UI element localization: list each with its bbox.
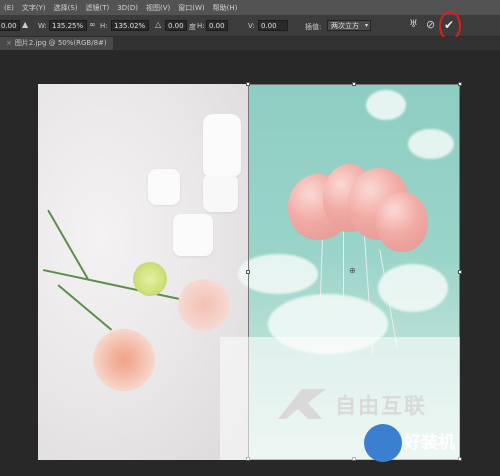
close-icon[interactable]: × xyxy=(6,39,12,47)
white-vase xyxy=(203,114,241,176)
x-logo-icon xyxy=(278,389,326,419)
menu-help[interactable]: 帮助(H) xyxy=(213,3,238,13)
height-field[interactable]: 135.02% xyxy=(111,20,149,31)
width-field[interactable]: 135.25% xyxy=(49,20,87,31)
document-tab[interactable]: × 图片2.jpg @ 50%(RGB/8#) xyxy=(0,37,113,50)
menu-select[interactable]: 选择(S) xyxy=(54,3,78,13)
interpolation-select[interactable]: 两次立方 ▾ xyxy=(327,20,371,31)
transform-options-bar: 0.00 ▲ W: 135.25% ∞ H: 135.02% △ 0.00 度 … xyxy=(0,15,500,37)
document-tab-bar: × 图片2.jpg @ 50%(RGB/8#) xyxy=(0,37,500,50)
transform-handle[interactable] xyxy=(246,82,250,86)
hskew-field[interactable]: 0.00 xyxy=(206,20,228,31)
menu-edit[interactable]: (E) xyxy=(4,4,14,12)
vskew-label: V: xyxy=(248,22,255,30)
angle-field[interactable]: 0.00 xyxy=(165,20,187,31)
transform-handle[interactable] xyxy=(458,270,462,274)
warp-icon[interactable]: ♅ xyxy=(409,19,418,30)
watermark-logo-text: 好装机 xyxy=(404,433,455,453)
menu-filter[interactable]: 滤镜(T) xyxy=(86,3,110,13)
link-icon[interactable]: ∞ xyxy=(89,20,96,29)
white-cup xyxy=(203,174,238,212)
cancel-icon[interactable]: ⊘ xyxy=(426,18,435,31)
peach-carnation xyxy=(93,329,155,391)
flower-stem xyxy=(47,209,89,280)
transform-handle[interactable] xyxy=(352,82,356,86)
transform-handle[interactable] xyxy=(246,270,250,274)
triangle-icon: ▲ xyxy=(22,20,29,29)
angle-unit: 度 xyxy=(189,23,196,31)
menu-window[interactable]: 窗口(W) xyxy=(178,3,204,13)
vskew-field[interactable]: 0.00 xyxy=(258,20,288,31)
transform-handle[interactable] xyxy=(458,82,462,86)
interpolation-label: 插值: xyxy=(305,23,322,31)
menu-bar: (E) 文字(Y) 选择(S) 滤镜(T) 3D(D) 视图(V) 窗口(W) … xyxy=(0,0,500,15)
watermark-text: 自由互联 xyxy=(335,394,427,418)
reference-point-icon[interactable]: ⊕ xyxy=(349,266,356,275)
menu-view[interactable]: 视图(V) xyxy=(146,3,170,13)
menu-type[interactable]: 文字(Y) xyxy=(22,3,46,13)
flower-stem xyxy=(57,284,113,331)
white-flowers-photo xyxy=(38,84,248,460)
rotate-icon: △ xyxy=(155,20,162,29)
document-tab-title: 图片2.jpg @ 50%(RGB/8#) xyxy=(14,39,107,47)
pink-carnation xyxy=(178,279,230,331)
logo-circle-icon xyxy=(364,424,402,462)
x-field[interactable]: 0.00 xyxy=(0,20,20,31)
height-label: H: xyxy=(100,22,108,30)
white-cup xyxy=(173,214,213,256)
width-label: W: xyxy=(38,22,47,30)
green-flower xyxy=(133,262,167,296)
hskew-label: H: xyxy=(197,22,205,30)
white-cup xyxy=(148,169,180,205)
chevron-down-icon: ▾ xyxy=(364,22,368,29)
interpolation-value: 两次立方 xyxy=(331,22,359,30)
menu-3d[interactable]: 3D(D) xyxy=(117,4,138,12)
